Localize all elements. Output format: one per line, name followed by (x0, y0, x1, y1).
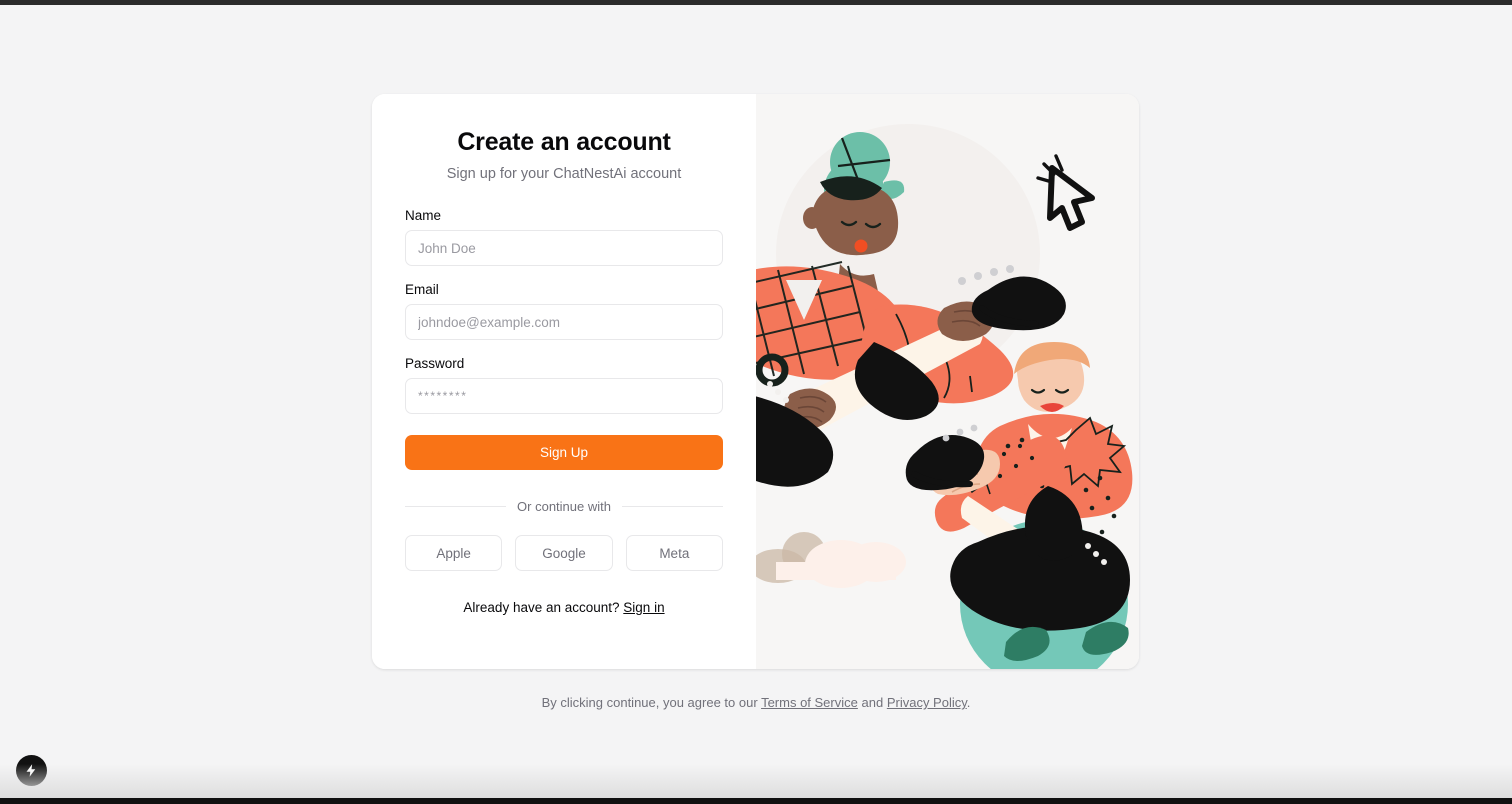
browser-bottom-bar (0, 798, 1512, 804)
signin-link[interactable]: Sign in (623, 600, 664, 615)
name-field-group: Name (405, 208, 723, 266)
divider-line-left (405, 506, 507, 507)
email-field-label: Email (405, 282, 439, 297)
signup-submit-button[interactable]: Sign Up (405, 435, 723, 470)
signup-form-pane: Create an account Sign up for your ChatN… (372, 94, 756, 669)
password-input[interactable] (405, 378, 723, 414)
signin-prompt-text: Already have an account? (463, 600, 620, 615)
viewport-bottom-fade (0, 764, 1512, 798)
password-field-group: Password (405, 356, 723, 414)
legal-footer: By clicking continue, you agree to our T… (0, 695, 1512, 710)
footer-lead-text: By clicking continue, you agree to our (541, 695, 758, 710)
email-input[interactable] (405, 304, 723, 340)
page-title: Create an account (457, 128, 671, 156)
password-field-label: Password (405, 356, 465, 371)
privacy-policy-link[interactable]: Privacy Policy (887, 695, 967, 710)
email-field-group: Email (405, 282, 723, 340)
footer-conjunction: and (861, 695, 884, 710)
signup-illustration (756, 94, 1139, 669)
meta-login-button[interactable]: Meta (625, 535, 723, 571)
social-login-row: Apple Google Meta (405, 535, 723, 571)
page-subtitle: Sign up for your ChatNestAi account (446, 166, 682, 182)
apple-login-button[interactable]: Apple (405, 535, 503, 571)
signin-prompt-row: Already have an account? Sign in (405, 600, 723, 615)
illustration-pane (756, 94, 1139, 669)
page-canvas: Create an account Sign up for your ChatN… (0, 5, 1512, 798)
footer-period: . (966, 695, 971, 710)
signup-card: Create an account Sign up for your ChatN… (372, 94, 1139, 669)
google-login-button[interactable]: Google (515, 535, 613, 571)
divider-label: Or continue with (517, 499, 611, 514)
name-field-label: Name (405, 208, 442, 223)
terms-of-service-link[interactable]: Terms of Service (761, 695, 858, 710)
name-input[interactable] (405, 230, 723, 266)
divider-line-right (621, 506, 723, 507)
continue-with-divider: Or continue with (405, 499, 723, 514)
